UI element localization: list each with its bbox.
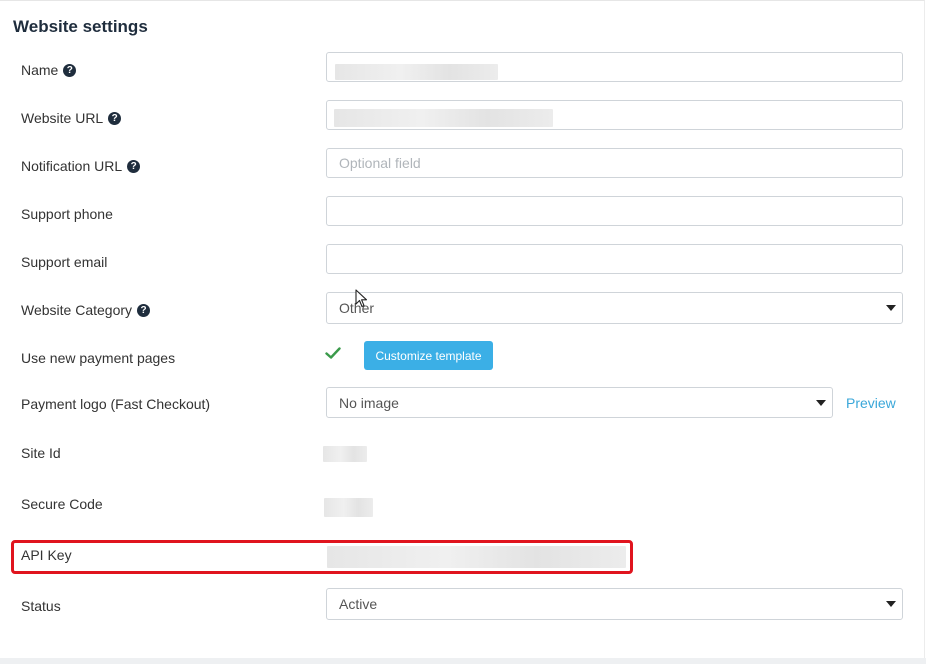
payment-logo-value: No image <box>339 394 399 411</box>
website-category-select[interactable]: Other <box>326 292 903 324</box>
site-id-label-text: Site Id <box>21 445 61 461</box>
secure-code-label: Secure Code <box>21 496 103 512</box>
name-label-text: Name <box>21 62 59 78</box>
support-email-label: Support email <box>21 254 107 270</box>
preview-link[interactable]: Preview <box>846 395 896 411</box>
status-label: Status <box>21 598 61 614</box>
secure-code-value-redacted <box>324 498 373 517</box>
question-circle-icon[interactable]: ? <box>137 303 151 317</box>
checkmark-icon[interactable] <box>325 345 341 361</box>
customize-template-button[interactable]: Customize template <box>364 341 493 370</box>
api-key-label-text: API Key <box>21 547 72 563</box>
notification-url-label-text: Notification URL <box>21 158 123 174</box>
use-new-payment-pages-label-text: Use new payment pages <box>21 350 176 366</box>
caret-down-icon <box>886 601 896 607</box>
site-id-label: Site Id <box>21 445 61 461</box>
caret-down-icon <box>886 305 896 311</box>
website-category-label: Website Category ? <box>21 302 151 318</box>
api-key-value-redacted <box>327 546 626 568</box>
notification-url-input[interactable] <box>326 148 903 178</box>
api-key-label: API Key <box>21 547 72 563</box>
redacted-value <box>335 64 498 80</box>
payment-logo-label: Payment logo (Fast Checkout) <box>21 396 210 412</box>
payment-logo-label-text: Payment logo (Fast Checkout) <box>21 396 211 412</box>
bottom-divider <box>0 658 926 664</box>
page-title: Website settings <box>13 17 148 36</box>
website-category-label-text: Website Category <box>21 302 133 318</box>
name-field[interactable] <box>326 52 903 82</box>
status-label-text: Status <box>21 598 61 614</box>
question-circle-icon[interactable]: ? <box>63 63 77 77</box>
payment-logo-select[interactable]: No image <box>326 387 833 418</box>
question-circle-icon[interactable]: ? <box>127 159 141 173</box>
notification-url-label: Notification URL ? <box>21 158 141 174</box>
support-phone-input[interactable] <box>326 196 903 226</box>
redacted-value <box>334 109 553 127</box>
website-settings-panel: Website settings Name ? Website URL ? No… <box>0 0 925 659</box>
question-circle-icon[interactable]: ? <box>108 111 122 125</box>
name-label: Name ? <box>21 62 77 78</box>
caret-down-icon <box>816 399 826 406</box>
use-new-payment-pages-label: Use new payment pages <box>21 350 175 366</box>
website-url-label: Website URL ? <box>21 110 122 126</box>
support-email-input[interactable] <box>326 244 903 274</box>
mouse-pointer-icon <box>355 289 368 308</box>
website-url-label-text: Website URL <box>21 110 104 126</box>
support-phone-label: Support phone <box>21 206 113 222</box>
site-id-value-redacted <box>323 446 367 462</box>
status-select[interactable]: Active <box>326 588 903 620</box>
status-value: Active <box>339 596 378 612</box>
website-url-field[interactable] <box>326 100 903 130</box>
support-email-label-text: Support email <box>21 254 108 270</box>
support-phone-label-text: Support phone <box>21 206 113 222</box>
secure-code-label-text: Secure Code <box>21 496 103 512</box>
